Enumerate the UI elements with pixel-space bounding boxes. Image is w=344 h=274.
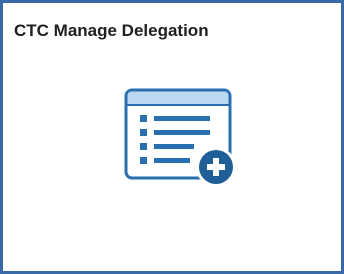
list-add-icon xyxy=(124,88,236,187)
manage-delegation-tile[interactable]: CTC Manage Delegation xyxy=(0,0,344,274)
tile-title: CTC Manage Delegation xyxy=(14,21,209,40)
